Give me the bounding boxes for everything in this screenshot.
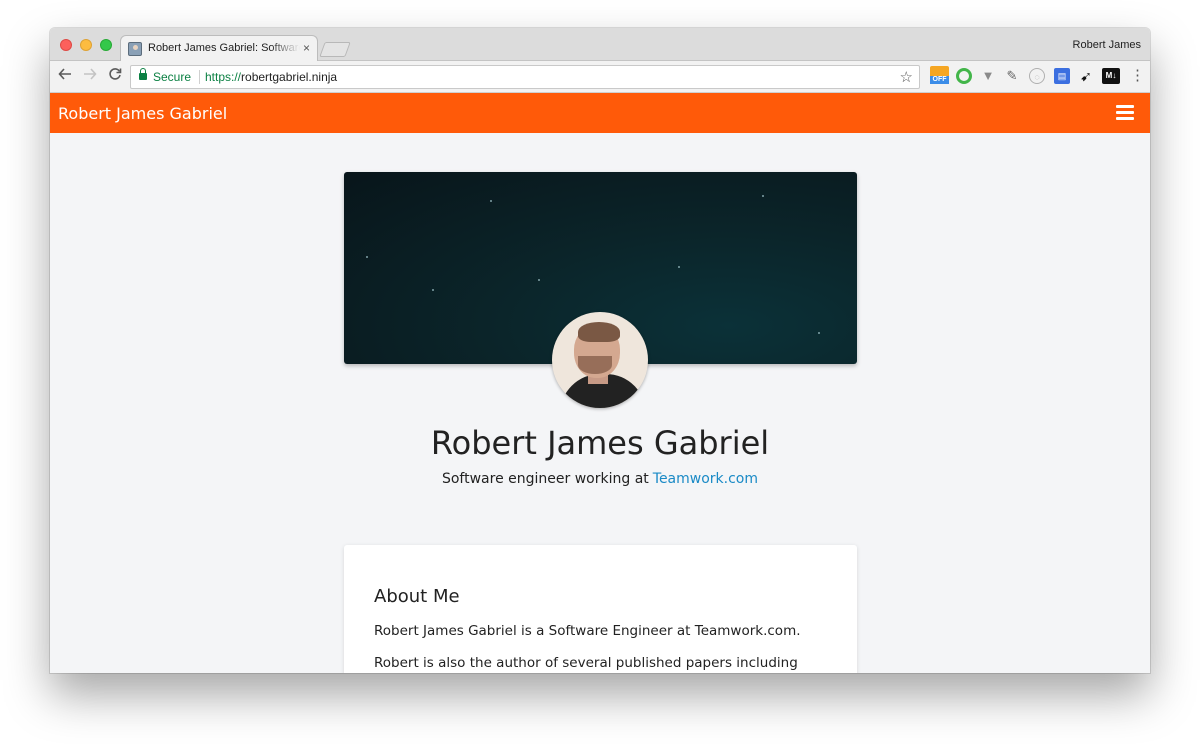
url-scheme: https:// — [205, 70, 242, 84]
close-window-button[interactable] — [60, 39, 72, 51]
maximize-window-button[interactable] — [100, 39, 112, 51]
tab-title: Robert James Gabriel: Software Engineer — [148, 42, 300, 54]
about-paragraph: Robert is also the author of several pub… — [374, 655, 798, 671]
subtitle-text: Software engineer working at — [441, 471, 649, 487]
star-dot — [818, 332, 820, 334]
bird-extension-icon[interactable]: ➹ — [1078, 68, 1094, 84]
profile-name-heading: Robert James Gabriel — [430, 424, 770, 462]
star-dot — [366, 256, 368, 258]
circle-extension-icon[interactable]: ◌ — [1029, 68, 1045, 84]
url-host: robertgabriel.ninja — [241, 70, 338, 84]
tab-active[interactable]: Robert James Gabriel: Software Engineer … — [120, 35, 318, 62]
address-bar[interactable]: Secure https://robertgabriel.ninja ☆ — [130, 65, 920, 89]
back-arrow-icon[interactable] — [56, 67, 74, 85]
profile-name[interactable]: Robert James — [1073, 39, 1141, 51]
forward-arrow-icon[interactable] — [81, 67, 99, 85]
site-navbar: Robert James Gabriel — [50, 93, 1150, 133]
vue-devtools-icon[interactable]: ▼ — [980, 68, 996, 84]
about-heading: About Me — [374, 586, 460, 607]
lock-icon — [139, 68, 147, 80]
bookmark-star-icon[interactable]: ☆ — [900, 68, 913, 86]
markdown-extension-icon[interactable]: M↓ — [1102, 68, 1120, 84]
honey-off-badge: OFF — [930, 76, 949, 84]
secure-label: Secure — [153, 70, 192, 84]
url-text[interactable]: https://robertgabriel.ninja — [205, 70, 337, 84]
teamwork-link[interactable]: Teamwork.com — [653, 471, 758, 487]
site-brand-link[interactable]: Robert James Gabriel — [58, 104, 227, 123]
divider — [199, 70, 200, 84]
about-card: About Me Robert James Gabriel is a Softw… — [344, 545, 857, 673]
star-dot — [432, 289, 434, 291]
browser-toolbar: Secure https://robertgabriel.ninja ☆ OFF… — [50, 61, 1150, 93]
honey-extension-icon[interactable]: OFF — [930, 66, 949, 84]
favicon-icon — [128, 42, 142, 56]
star-dot — [538, 279, 540, 281]
browser-menu-icon[interactable]: ⋮ — [1130, 67, 1145, 85]
blue-extension-icon[interactable]: ▤ — [1054, 68, 1070, 84]
tab-close-icon[interactable]: × — [303, 41, 310, 55]
reload-icon[interactable] — [106, 67, 124, 85]
browser-window: Robert James Gabriel: Software Engineer … — [50, 28, 1150, 673]
star-dot — [678, 266, 680, 268]
profile-subtitle: Software engineer working at Teamwork.com — [50, 471, 1150, 487]
star-dot — [762, 195, 764, 197]
minimize-window-button[interactable] — [80, 39, 92, 51]
profile-avatar — [552, 312, 648, 408]
about-paragraph: Robert James Gabriel is a Software Engin… — [374, 623, 801, 639]
tab-strip: Robert James Gabriel: Software Engineer … — [50, 28, 1150, 62]
hamburger-menu-icon[interactable] — [1116, 105, 1134, 120]
new-tab-button[interactable] — [319, 42, 351, 57]
eyedropper-icon[interactable]: ✎ — [1004, 68, 1020, 84]
star-dot — [490, 200, 492, 202]
green-ring-extension-icon[interactable] — [956, 68, 972, 84]
